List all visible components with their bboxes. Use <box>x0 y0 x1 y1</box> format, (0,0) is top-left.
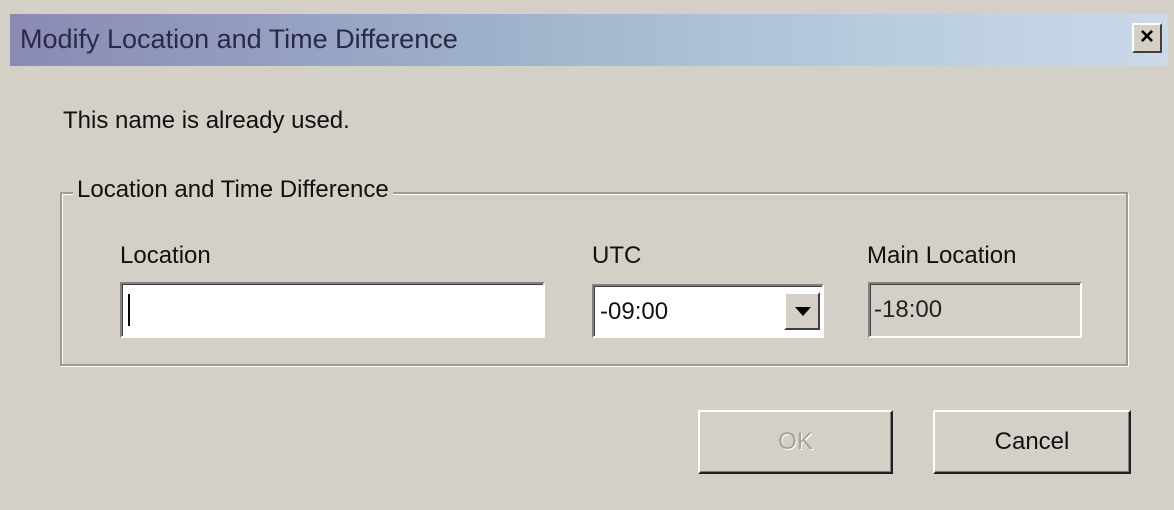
utc-label: UTC <box>592 242 642 269</box>
close-button[interactable]: × <box>1132 23 1162 53</box>
utc-select[interactable]: -09:00 <box>592 284 824 338</box>
close-icon: × <box>1139 23 1154 50</box>
text-caret <box>128 294 130 326</box>
chevron-down-icon <box>795 307 811 316</box>
dialog-title: Modify Location and Time Difference <box>20 24 458 54</box>
main-location-field: -18:00 <box>868 282 1082 338</box>
groupbox-title: Location and Time Difference <box>73 176 393 204</box>
utc-selected-value: -09:00 <box>600 298 669 325</box>
main-location-value: -18:00 <box>874 296 943 323</box>
title-bar[interactable]: Modify Location and Time Difference × <box>10 14 1168 66</box>
utc-dropdown-button[interactable] <box>784 292 820 330</box>
main-location-label: Main Location <box>867 242 1017 269</box>
ok-button[interactable]: OK <box>698 410 893 474</box>
location-time-groupbox <box>60 192 1128 366</box>
location-label: Location <box>120 242 211 269</box>
modify-location-dialog: Modify Location and Time Difference × Th… <box>0 0 1174 510</box>
error-message: This name is already used. <box>63 107 350 134</box>
cancel-button[interactable]: Cancel <box>933 410 1131 474</box>
location-input[interactable] <box>120 282 545 338</box>
